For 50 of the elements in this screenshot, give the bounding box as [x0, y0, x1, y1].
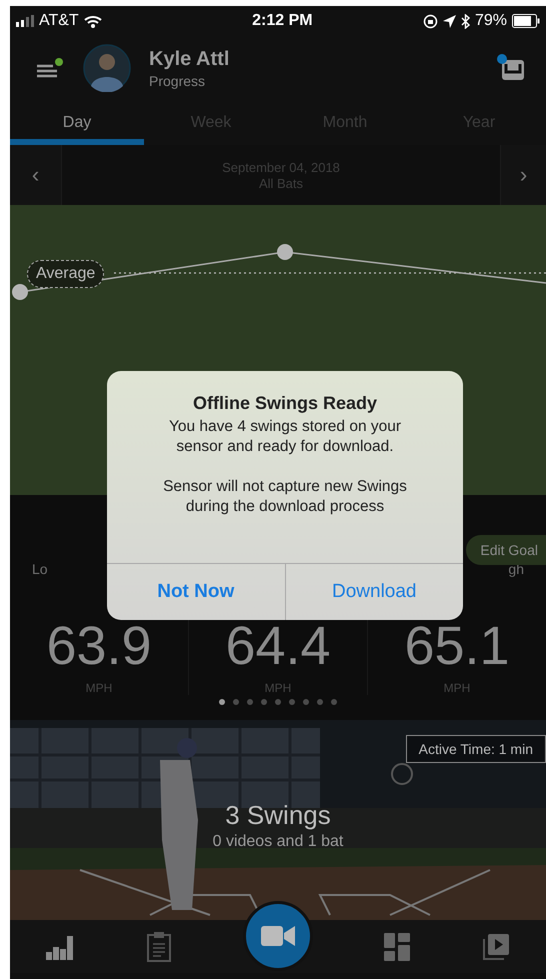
dialog-message: You have 4 swings stored on your sensor and ready for download. [168, 417, 402, 457]
rotation-lock-icon [422, 14, 438, 28]
battery-percent: 79% [474, 12, 507, 30]
dialog-button[interactable]: Not Now [107, 564, 284, 620]
video-camera-icon [260, 924, 295, 946]
speed-value: 65.1 [404, 617, 510, 675]
page-dot[interactable] [317, 699, 323, 705]
avatar [83, 44, 131, 92]
next-button[interactable]: › [500, 145, 546, 205]
swing-count: 3 Swings [225, 800, 331, 830]
active-time-label: Active Time: 1 min [406, 735, 546, 763]
unit-label: MPH [444, 681, 470, 695]
speed-value: 64.4 [225, 617, 331, 675]
clipboard-icon [146, 932, 171, 962]
battery-icon [512, 14, 540, 28]
video-library-icon [482, 932, 510, 960]
page-dot[interactable] [219, 699, 225, 705]
page-dot[interactable] [261, 699, 267, 705]
average-label: Average [27, 260, 104, 288]
data-point [12, 284, 28, 300]
data-point [277, 244, 293, 260]
page-dot[interactable] [233, 699, 239, 705]
page-dot[interactable] [289, 699, 295, 705]
page-dot[interactable] [303, 699, 309, 705]
page-dot[interactable] [331, 699, 337, 705]
unit-label: MPH [86, 681, 112, 695]
unit-label: MPH [264, 681, 292, 695]
carrier-name: AT&T [39, 12, 79, 30]
user-name: Kyle Attl [149, 48, 230, 70]
previous-button[interactable]: ‹ [10, 145, 62, 205]
wifi-icon [84, 14, 102, 28]
nav-button[interactable] [382, 932, 412, 962]
page-dot[interactable] [275, 699, 281, 705]
page-subtitle: Progress [149, 72, 206, 88]
dialog-note: Sensor will not capture new Swings during the download process [162, 477, 408, 517]
nav-button[interactable] [481, 932, 512, 962]
signal-icon [16, 15, 34, 27]
bluetooth-icon [460, 14, 470, 28]
clock-time: 2:12 PM [252, 12, 313, 30]
page-dot[interactable] [247, 699, 253, 705]
edit-goal-button[interactable]: Edit Goal [466, 535, 546, 565]
location-arrow-icon [442, 14, 456, 28]
dialog-title: Offline Swings Ready [192, 393, 378, 413]
bar-chart-icon [46, 934, 74, 960]
grid-icon [384, 932, 410, 960]
session-summary: 0 videos and 1 bat [212, 832, 344, 850]
inbox-button[interactable] [496, 53, 526, 83]
speed-value: 63.9 [46, 617, 152, 675]
dialog-button[interactable]: Download [284, 564, 463, 620]
stat-label: Lo [31, 561, 49, 579]
